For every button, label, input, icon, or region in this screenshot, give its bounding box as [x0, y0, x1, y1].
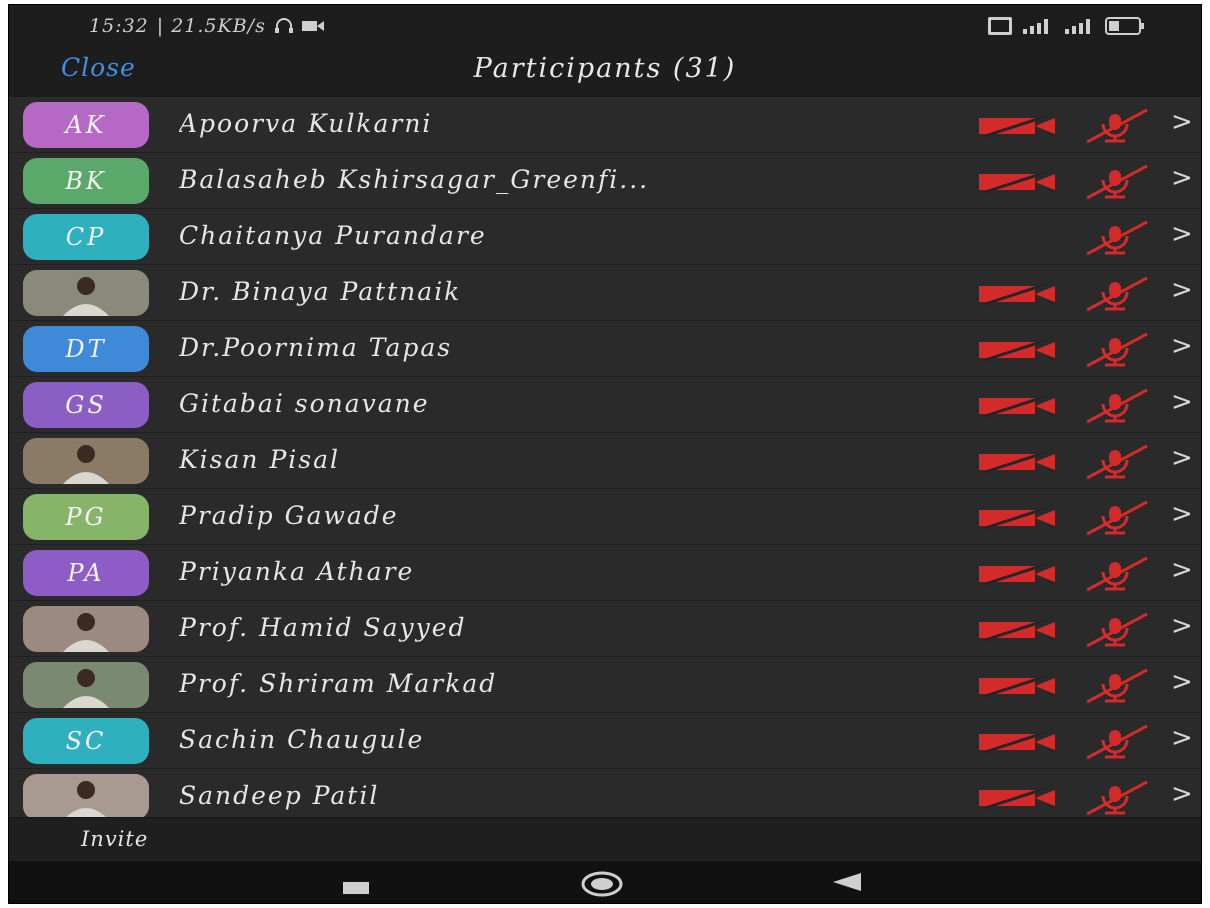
chevron-right-icon[interactable]: > — [1171, 499, 1193, 529]
participant-row[interactable]: GS Gitabai sonavane > — [9, 377, 1201, 433]
video-off-icon — [977, 506, 1057, 533]
participant-row[interactable]: Prof. Hamid Sayyed > — [9, 601, 1201, 657]
invite-button[interactable]: Invite — [81, 827, 148, 851]
participant-name: Kisan Pisal — [179, 445, 341, 474]
mic-muted-icon — [1081, 556, 1151, 596]
status-left: 15:32 | 21.5KB/s — [89, 15, 324, 37]
avatar-initials: GS — [23, 382, 149, 428]
mic-muted-icon — [1081, 780, 1151, 820]
mic-muted-icon — [1081, 220, 1151, 260]
video-off-icon — [977, 114, 1057, 141]
participant-name: Chaitanya Purandare — [179, 221, 487, 250]
chevron-right-icon[interactable]: > — [1171, 219, 1193, 249]
video-off-icon — [977, 394, 1057, 421]
home-icon[interactable] — [581, 871, 623, 901]
avatar-initials: DT — [23, 326, 149, 372]
participant-row[interactable]: PA Priyanka Athare > — [9, 545, 1201, 601]
chevron-right-icon[interactable]: > — [1171, 723, 1193, 753]
participant-row[interactable]: Dr. Binaya Pattnaik > — [9, 265, 1201, 321]
video-off-icon — [977, 562, 1057, 589]
participant-row[interactable]: DT Dr.Poornima Tapas > — [9, 321, 1201, 377]
header-bar: Close Participants (31) — [9, 47, 1201, 97]
participant-name: Sandeep Patil — [179, 781, 380, 810]
participant-row[interactable]: BK Balasaheb Kshirsagar_Greenfi... > — [9, 153, 1201, 209]
participant-name: Dr.Poornima Tapas — [179, 333, 453, 362]
mic-muted-icon — [1081, 164, 1151, 204]
participant-name: Priyanka Athare — [179, 557, 415, 586]
mic-muted-icon — [1081, 724, 1151, 764]
avatar-photo — [23, 438, 149, 484]
video-off-icon — [977, 338, 1057, 365]
status-network-speed: | 21.5KB/s — [156, 15, 266, 37]
chevron-right-icon[interactable]: > — [1171, 611, 1193, 641]
participant-name: Dr. Binaya Pattnaik — [179, 277, 462, 306]
chevron-right-icon[interactable]: > — [1171, 107, 1193, 137]
avatar-initials: PA — [23, 550, 149, 596]
participant-list: AK Apoorva Kulkarni > BK Balasaheb Kshirsaga… — [9, 97, 1201, 825]
avatar-initials: SC — [23, 718, 149, 764]
chevron-right-icon[interactable]: > — [1171, 667, 1193, 697]
avatar-photo — [23, 270, 149, 316]
video-off-icon — [977, 786, 1057, 813]
chevron-right-icon[interactable]: > — [1171, 779, 1193, 809]
mic-muted-icon — [1081, 444, 1151, 484]
participant-row[interactable]: PG Pradip Gawade > — [9, 489, 1201, 545]
avatar-initials: CP — [23, 214, 149, 260]
video-camera-icon — [301, 20, 324, 32]
participant-name: Prof. Hamid Sayyed — [179, 613, 467, 642]
mic-muted-icon — [1081, 388, 1151, 428]
participant-name: Balasaheb Kshirsagar_Greenfi... — [179, 165, 650, 194]
mic-muted-icon — [1081, 276, 1151, 316]
signal-icon-2 — [1063, 18, 1097, 34]
avatar-photo — [23, 606, 149, 652]
participant-name: Sachin Chaugule — [179, 725, 425, 754]
avatar-photo — [23, 774, 149, 820]
avatar-initials: AK — [23, 102, 149, 148]
chevron-right-icon[interactable]: > — [1171, 443, 1193, 473]
signal-icon — [1021, 18, 1055, 34]
mic-muted-icon — [1081, 612, 1151, 652]
mic-muted-icon — [1081, 668, 1151, 708]
video-off-icon — [977, 674, 1057, 701]
video-off-icon — [977, 618, 1057, 645]
status-right — [987, 16, 1145, 36]
chevron-right-icon[interactable]: > — [1171, 331, 1193, 361]
chevron-right-icon[interactable]: > — [1171, 387, 1193, 417]
headphones-icon — [274, 18, 294, 34]
back-icon[interactable] — [833, 873, 861, 895]
participant-name: Gitabai sonavane — [179, 389, 430, 418]
participant-row[interactable]: AK Apoorva Kulkarni > — [9, 97, 1201, 153]
video-off-icon — [977, 282, 1057, 309]
video-off-icon — [977, 450, 1057, 477]
status-bar: 15:32 | 21.5KB/s — [9, 5, 1201, 47]
battery-icon — [1105, 17, 1145, 35]
volte-icon — [987, 16, 1013, 36]
participant-row[interactable]: CP Chaitanya Purandare > — [9, 209, 1201, 265]
participant-row[interactable]: Prof. Shriram Markad > — [9, 657, 1201, 713]
chevron-right-icon[interactable]: > — [1171, 163, 1193, 193]
status-time: 15:32 — [89, 15, 149, 37]
participant-name: Pradip Gawade — [179, 501, 399, 530]
participants-screen: 15:32 | 21.5KB/s Close Participants (31)… — [8, 4, 1202, 904]
avatar-photo — [23, 662, 149, 708]
participant-row[interactable]: Kisan Pisal > — [9, 433, 1201, 489]
mic-muted-icon — [1081, 500, 1151, 540]
avatar-initials: PG — [23, 494, 149, 540]
video-off-icon — [977, 170, 1057, 197]
video-off-icon — [977, 730, 1057, 757]
page-title: Participants (31) — [473, 53, 737, 84]
chevron-right-icon[interactable]: > — [1171, 275, 1193, 305]
invite-bar: Invite — [9, 817, 1201, 861]
mic-muted-icon — [1081, 332, 1151, 372]
avatar-initials: BK — [23, 158, 149, 204]
participant-row[interactable]: SC Sachin Chaugule > — [9, 713, 1201, 769]
mic-muted-icon — [1081, 108, 1151, 148]
chevron-right-icon[interactable]: > — [1171, 555, 1193, 585]
navigation-bar — [9, 861, 1201, 903]
participant-name: Apoorva Kulkarni — [179, 109, 433, 138]
participant-name: Prof. Shriram Markad — [179, 669, 498, 698]
recents-icon[interactable] — [343, 879, 369, 898]
